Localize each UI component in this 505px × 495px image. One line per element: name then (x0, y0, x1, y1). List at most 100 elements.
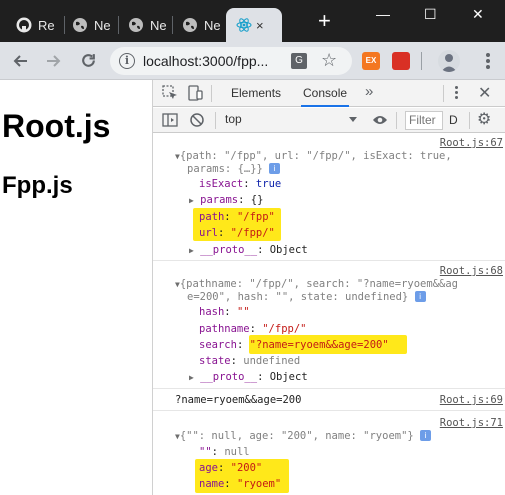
tab-elements[interactable]: Elements (229, 80, 283, 107)
maximize-button[interactable]: ☐ (424, 6, 437, 23)
source-link[interactable]: Root.js:69 (440, 394, 503, 406)
console-message: Root.js:68 ▼{pathname: "/fpp/", search: … (153, 261, 505, 389)
page-viewport: Root.js Fpp.js (0, 80, 152, 495)
object-summary[interactable]: ▼{pathname: "/fpp/", search: "?name=ryoe… (175, 278, 458, 291)
globe-icon (183, 18, 197, 32)
toolbar-divider (211, 85, 212, 102)
browser-tab-3[interactable]: Ne (118, 8, 172, 42)
prop-value: null (224, 446, 250, 458)
avatar[interactable] (438, 50, 460, 72)
prop-value: Object (269, 371, 308, 383)
console-filter-bar: top Filter D ⚙ (153, 108, 505, 133)
prop-key: name (199, 478, 225, 490)
new-tab-button[interactable]: + (318, 10, 331, 32)
toolbar-divider (396, 112, 397, 129)
object-summary-cont: e=200", hash: "", state: undefined} i (187, 291, 426, 304)
prop-value: "/fpp/" (230, 227, 275, 239)
browser-menu-icon[interactable] (480, 51, 496, 71)
devtools-menu-icon[interactable] (455, 86, 459, 101)
tab-console[interactable]: Console (301, 80, 350, 107)
browser-tab-2[interactable]: Ne (62, 8, 116, 42)
source-link[interactable]: Root.js:71 (440, 417, 503, 429)
console-output: Root.js:67 ▼{path: "/fpp", url: "/fpp/",… (153, 134, 505, 495)
info-badge-icon[interactable]: i (269, 163, 281, 174)
window-close-button[interactable]: ✕ (472, 6, 484, 23)
toolbar-divider (215, 112, 216, 129)
info-icon[interactable]: i (119, 53, 135, 69)
prop-key: url (199, 227, 218, 239)
filter-input[interactable]: Filter (405, 111, 443, 130)
eye-icon[interactable] (372, 114, 388, 126)
close-tab-icon[interactable]: × (256, 18, 264, 33)
prop-key: hash (199, 306, 225, 318)
expand-triangle-icon[interactable]: ▶ (189, 373, 194, 382)
browser-tab-1[interactable]: Re (6, 8, 60, 42)
prop-key: isExact (199, 178, 244, 190)
object-summary[interactable]: ▼{path: "/fpp", url: "/fpp/", isExact: t… (175, 150, 452, 163)
github-icon (16, 17, 32, 33)
prop-value: "/fpp/" (262, 323, 307, 335)
back-arrow-icon[interactable] (12, 53, 28, 69)
page-subtitle: Fpp.js (2, 172, 73, 199)
gear-icon[interactable]: ⚙ (477, 112, 491, 128)
object-summary-line-2: e=200", hash: "", state: undefined} (187, 291, 409, 303)
devtools-tabbar: Elements Console » ✕ (153, 80, 505, 107)
prop-row: hash: "" (199, 306, 250, 318)
bookmark-star-icon[interactable]: ☆ (321, 50, 337, 71)
object-summary-line-1: {pathname: "/fpp/", search: "?name=ryoem… (179, 278, 458, 290)
devtools-panel: Elements Console » ✕ top Filter D ⚙ Root… (152, 80, 505, 495)
object-summary-cont: params: {…}} i (187, 163, 281, 176)
inspect-element-icon[interactable] (162, 85, 178, 101)
console-message: Root.js:71 ▼{"": null, age: "200", name:… (153, 411, 505, 495)
prop-row[interactable]: ▶ __proto__: Object (189, 371, 308, 384)
expand-triangle-icon[interactable]: ▶ (189, 246, 194, 255)
forward-arrow-icon[interactable] (46, 53, 62, 69)
translate-icon[interactable]: G (291, 53, 307, 69)
source-link[interactable]: Root.js:67 (440, 137, 503, 149)
devtools-close-icon[interactable]: ✕ (478, 83, 491, 103)
prop-key: pathname (199, 323, 250, 335)
prop-row: name: "ryoem" (199, 478, 282, 490)
prop-value: "" (236, 306, 250, 318)
globe-icon (129, 18, 143, 32)
prop-key: search (199, 339, 237, 351)
prop-key: __proto__ (200, 371, 258, 383)
prop-row: path: "/fpp" (199, 211, 275, 223)
console-message: Root.js:67 ▼{path: "/fpp", url: "/fpp/",… (153, 134, 505, 261)
tab-strip: Re Ne Ne Ne × + — ☐ ✕ (0, 0, 505, 42)
extension-red-icon[interactable] (392, 52, 410, 70)
object-summary[interactable]: ▼{"": null, age: "200", name: "ryoem"} i (175, 430, 432, 443)
prop-value: "?name=ryoem&&age=200" (249, 339, 389, 351)
prop-value: undefined (243, 355, 301, 367)
source-link[interactable]: Root.js:68 (440, 265, 503, 277)
more-tabs-icon[interactable]: » (365, 83, 373, 100)
reload-icon[interactable] (80, 52, 97, 69)
url-text[interactable]: localhost:3000/fpp... (143, 53, 283, 69)
prop-row: url: "/fpp/" (199, 227, 275, 239)
prop-value: "/fpp" (236, 211, 275, 223)
prop-row[interactable]: ▶ params: {} (189, 194, 263, 207)
info-badge-icon[interactable]: i (414, 291, 426, 302)
prop-value: {} (250, 194, 264, 206)
prop-row: "": null (199, 446, 250, 458)
device-toolbar-icon[interactable] (187, 85, 203, 101)
clear-console-icon[interactable] (189, 112, 205, 128)
browser-tab-label: Re (38, 17, 55, 33)
browser-tab-active[interactable]: × (226, 8, 282, 42)
prop-key: "" (199, 446, 212, 458)
prop-row[interactable]: ▶ __proto__: Object (189, 244, 308, 257)
browser-tab-label: Ne (150, 17, 167, 33)
info-badge-icon[interactable]: i (420, 430, 432, 441)
toolbar-divider (443, 85, 444, 102)
prop-value: "ryoem" (236, 478, 282, 490)
chevron-down-icon[interactable] (349, 117, 357, 122)
sidebar-toggle-icon[interactable] (162, 112, 178, 128)
context-select[interactable]: top (225, 112, 242, 126)
log-levels-select[interactable]: D (449, 113, 458, 127)
extension-ex-icon[interactable]: EX (362, 52, 380, 70)
browser-tab-4[interactable]: Ne (172, 8, 226, 42)
object-summary-line-1: {"": null, age: "200", name: "ryoem"} (179, 430, 414, 442)
address-bar[interactable]: i localhost:3000/fpp... G ☆ (110, 47, 352, 75)
expand-triangle-icon[interactable]: ▶ (189, 196, 194, 205)
minimize-button[interactable]: — (376, 6, 390, 22)
